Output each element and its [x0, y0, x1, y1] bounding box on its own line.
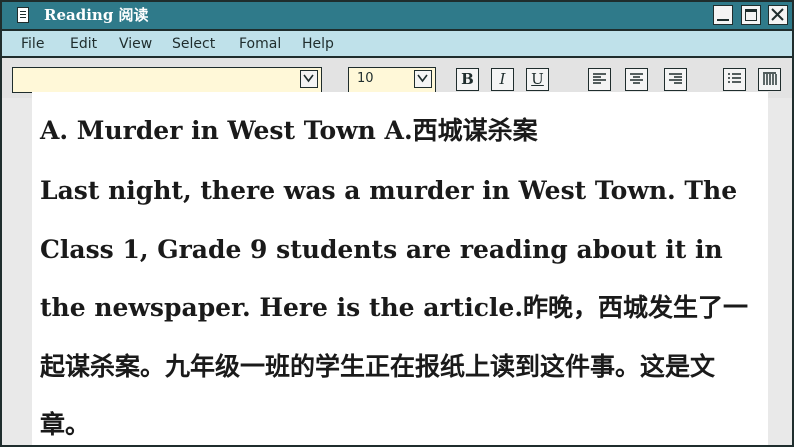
- menu-view[interactable]: View: [119, 35, 152, 53]
- close-icon: [771, 8, 784, 21]
- document-body: Last night, there was a murder in West T…: [40, 176, 749, 439]
- menu-edit[interactable]: Edit: [70, 35, 97, 53]
- chevron-down-icon: [417, 74, 428, 83]
- document-page[interactable]: A. Murder in West Town A.西城谋杀案 Last nigh…: [32, 92, 768, 445]
- app-window: Reading 阅读 File Edit View Select Fomal H…: [0, 0, 794, 447]
- align-center-button[interactable]: [625, 68, 648, 91]
- align-left-icon: [593, 73, 606, 84]
- chevron-down-icon: [303, 74, 314, 83]
- document-heading: A. Murder in West Town A.西城谋杀案: [40, 116, 538, 145]
- menu-bar: File Edit View Select Fomal Help: [2, 31, 792, 58]
- font-family-select[interactable]: [12, 67, 322, 93]
- bold-button[interactable]: B: [456, 68, 479, 91]
- size-dropdown-button[interactable]: [414, 70, 432, 88]
- maximize-button[interactable]: [741, 5, 761, 25]
- title-bar[interactable]: Reading 阅读: [2, 2, 792, 31]
- align-center-icon: [630, 73, 643, 84]
- document-icon: [17, 7, 29, 23]
- align-right-button[interactable]: [664, 68, 687, 91]
- menu-format[interactable]: Fomal: [239, 35, 281, 53]
- list-icon: [728, 73, 741, 83]
- align-left-button[interactable]: [588, 68, 611, 91]
- list-button[interactable]: [723, 68, 746, 91]
- font-size-select[interactable]: 10: [348, 67, 436, 93]
- columns-icon: [763, 72, 777, 85]
- columns-button[interactable]: [758, 68, 781, 91]
- font-dropdown-button[interactable]: [300, 70, 318, 88]
- close-button[interactable]: [768, 5, 788, 25]
- menu-help[interactable]: Help: [302, 35, 334, 53]
- underline-button[interactable]: U: [526, 68, 549, 91]
- italic-button[interactable]: I: [491, 68, 514, 91]
- align-right-icon: [669, 73, 682, 84]
- menu-file[interactable]: File: [21, 35, 44, 53]
- minimize-button[interactable]: [713, 5, 733, 25]
- window-title: Reading 阅读: [44, 6, 149, 24]
- font-size-value: 10: [357, 71, 374, 86]
- menu-select[interactable]: Select: [172, 35, 215, 53]
